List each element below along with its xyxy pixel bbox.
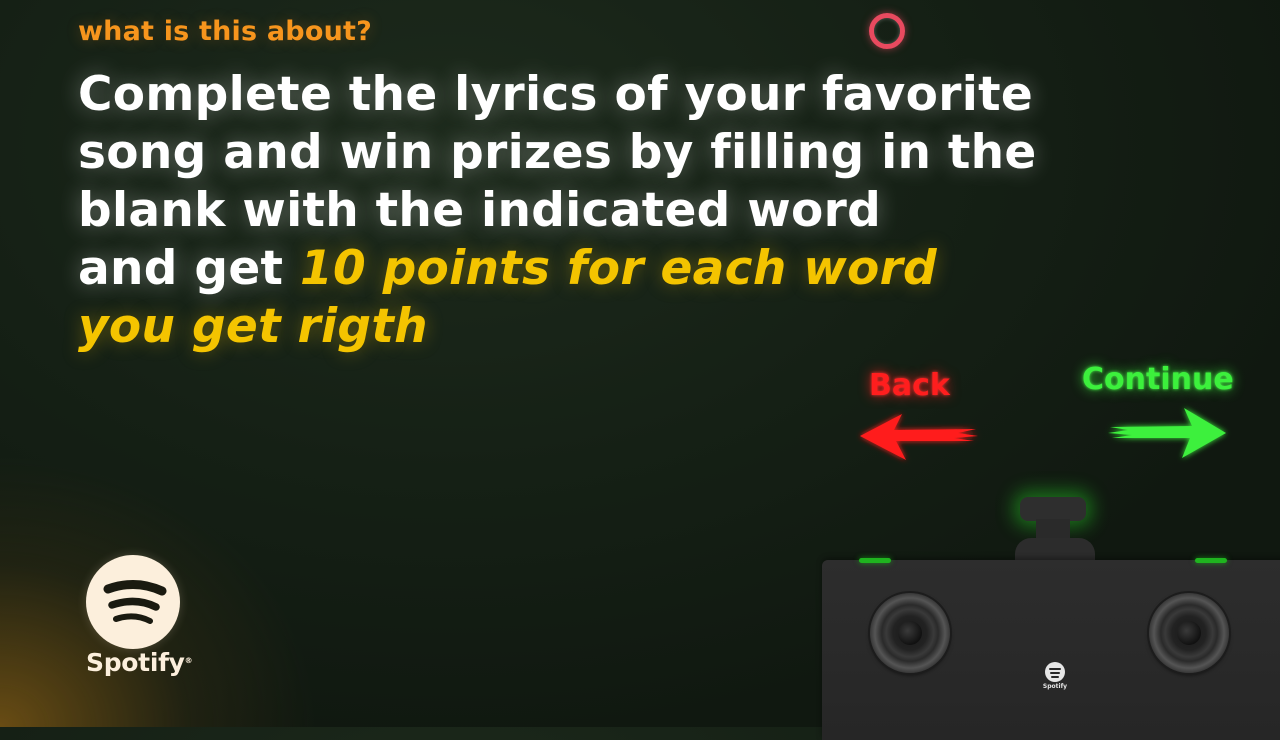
headline-line-3: blank with the indicated word: [78, 183, 882, 238]
headline-line-2: song and win prizes by filling in the: [78, 125, 1037, 180]
spotify-logo: Spotify®: [84, 555, 194, 685]
device-handle: [1020, 497, 1086, 521]
device-spotify-logo: Spotify: [1040, 662, 1070, 690]
trademark-symbol: ®: [184, 656, 193, 665]
headline-line-4: and get 10 points for each word: [78, 240, 1078, 298]
spotify-wordmark-text: Spotify: [86, 648, 185, 677]
device-logo-text: Spotify: [1042, 683, 1068, 690]
continue-button[interactable]: Continue: [1078, 362, 1248, 462]
speaker-left-icon: [870, 593, 950, 673]
device-led-right: [1195, 558, 1227, 563]
headline-line-5: you get rigth: [78, 299, 428, 354]
spotify-logo-icon: [86, 555, 180, 649]
arrow-right-icon: [1108, 408, 1226, 458]
spotify-wordmark: Spotify®: [86, 648, 193, 677]
device-led-left: [859, 558, 891, 563]
speaker-right-icon: [1149, 593, 1229, 673]
page-headline: Complete the lyrics of your favorite son…: [78, 66, 1078, 356]
continue-label: Continue: [1082, 362, 1234, 397]
spotify-waves-icon: [103, 580, 167, 624]
back-button[interactable]: Back: [852, 366, 987, 472]
headline-line-1: Complete the lyrics of your favorite: [78, 67, 1034, 122]
loading-ring-icon: [869, 13, 905, 49]
device-spotify-icon: [1045, 662, 1065, 682]
arrow-left-icon: [860, 414, 978, 460]
points-highlight: 10 points for each word: [299, 241, 937, 296]
back-label: Back: [869, 368, 950, 403]
kicker-text: what is this about?: [78, 16, 372, 47]
speaker-device: Spotify: [822, 497, 1280, 740]
headline-line-4-prefix: and get: [78, 241, 300, 296]
